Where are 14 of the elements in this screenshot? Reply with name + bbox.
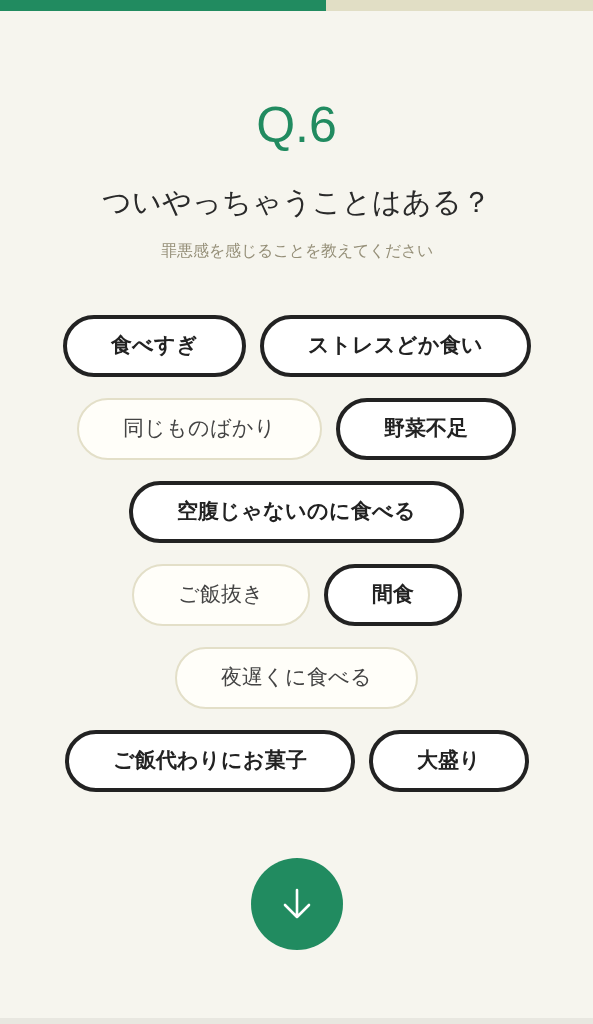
option-chip[interactable]: 夜遅くに食べる [175,646,418,709]
option-chip[interactable]: 大盛り [368,729,529,792]
arrow-down-icon [281,887,312,920]
option-chip[interactable]: 空腹じゃないのに食べる [129,480,464,543]
option-chip[interactable]: 食べすぎ [62,314,246,377]
option-chip[interactable]: ご飯抜き [131,563,310,626]
question-number: Q.6 [255,96,338,155]
option-chip[interactable]: 野菜不足 [336,397,516,460]
option-chip[interactable]: ストレスどか食い [259,314,531,377]
question-subtitle: 罪悪感を感じることを教えてください [159,239,434,262]
option-chip[interactable]: 間食 [323,563,462,626]
option-chip[interactable]: 同じものばかり [77,397,322,460]
option-chip[interactable]: ご飯代わりにお菓子 [64,729,355,792]
question-title: ついやっちゃうことはある？ [101,184,492,221]
